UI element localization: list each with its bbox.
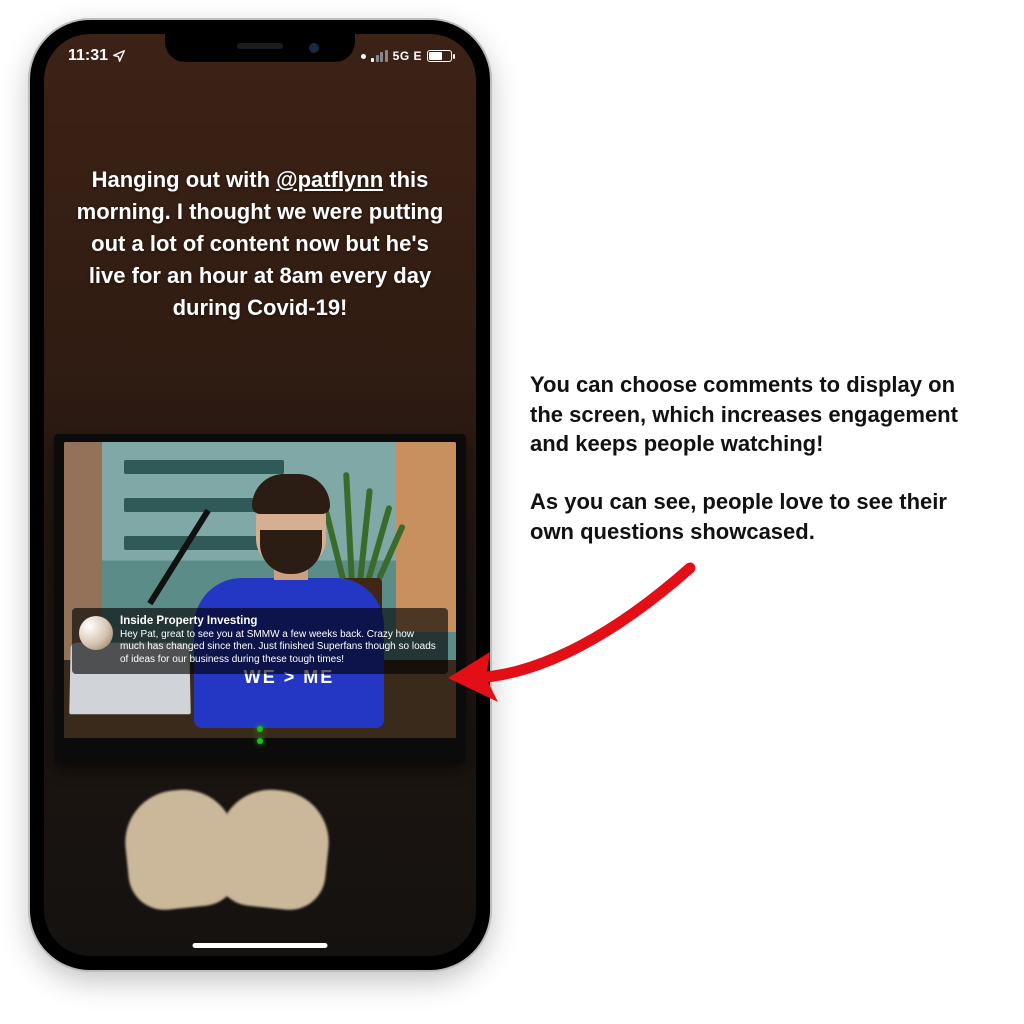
phone-notch <box>165 34 355 62</box>
viewer-feet <box>126 790 326 910</box>
story-viewport[interactable]: Hanging out with @patflynn this morning.… <box>44 34 476 956</box>
tv-led-indicators <box>257 726 263 744</box>
battery-icon <box>427 50 452 62</box>
phone-frame: 11:31 5G E Hanging out with @patflynn th… <box>30 20 490 970</box>
annotation-p2: As you can see, people love to see their… <box>530 487 990 546</box>
presenter: WE > ME <box>194 468 394 728</box>
speaker-grille <box>237 43 283 49</box>
mention-link[interactable]: @patflynn <box>276 167 383 192</box>
comment-body: Hey Pat, great to see you at SMMW a few … <box>120 629 438 667</box>
cellular-signal-icon <box>371 50 388 62</box>
annotation-text: You can choose comments to display on th… <box>530 370 990 546</box>
story-caption: Hanging out with @patflynn this morning.… <box>44 164 476 323</box>
avatar <box>79 616 113 650</box>
tv-frame: WE > ME Inside Property Investing Hey Pa… <box>54 434 466 764</box>
home-indicator[interactable] <box>193 943 328 948</box>
phone-screen: 11:31 5G E Hanging out with @patflynn th… <box>44 34 476 956</box>
front-camera <box>309 43 319 53</box>
annotation-p1: You can choose comments to display on th… <box>530 370 990 459</box>
status-time: 11:31 <box>68 47 108 65</box>
signal-dot-icon <box>361 54 366 59</box>
comment-author: Inside Property Investing <box>120 615 438 627</box>
livestream-video[interactable]: WE > ME Inside Property Investing Hey Pa… <box>64 442 456 738</box>
pinned-comment[interactable]: Inside Property Investing Hey Pat, great… <box>72 608 448 675</box>
location-icon <box>112 49 126 63</box>
caption-text-pre: Hanging out with <box>92 167 277 192</box>
network-type: 5G E <box>393 49 422 63</box>
